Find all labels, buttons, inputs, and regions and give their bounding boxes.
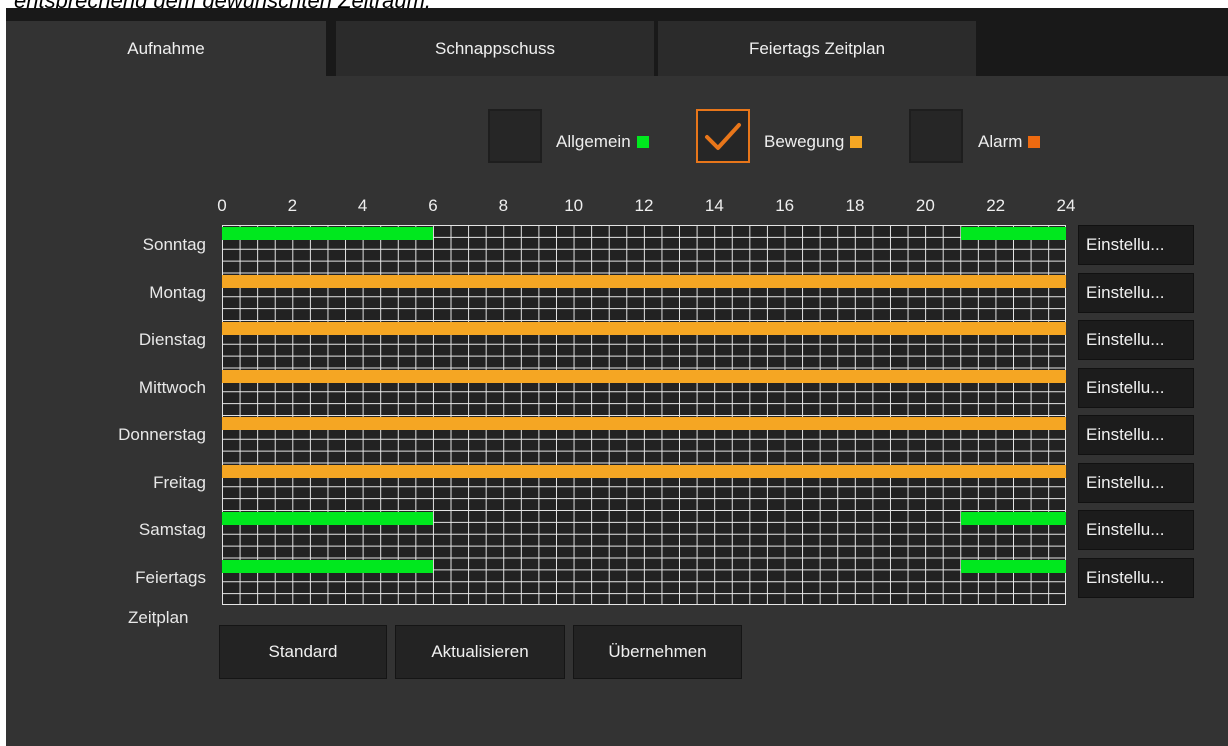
- hour-label: 14: [704, 196, 724, 215]
- tab-aufnahme[interactable]: Aufnahme: [6, 21, 326, 76]
- hour-axis: 0 2 4 6 8 10 12 14 16 18 20 22 24: [6, 196, 1228, 220]
- hour-label: 6: [428, 196, 438, 215]
- hour-label: 24: [1056, 196, 1076, 215]
- einstellungen-button-dienstag[interactable]: Einstellu...: [1078, 320, 1194, 360]
- hour-label: 12: [634, 196, 654, 215]
- einstellungen-button-freitag[interactable]: Einstellu...: [1078, 462, 1194, 503]
- day-label-dienstag: Dienstag: [138, 330, 206, 349]
- bewegung-checkbox[interactable]: [696, 109, 750, 163]
- schedule-grid[interactable]: [222, 225, 1066, 605]
- einstellungen-button-sonntag[interactable]: Einstellu...: [1078, 225, 1194, 265]
- hour-label: 18: [845, 196, 865, 215]
- bewegung-swatch: [850, 136, 863, 148]
- allgemein-label: Allgemein: [556, 132, 631, 151]
- alarm-legend: Alarm: [978, 132, 1041, 152]
- bewegung-label: Bewegung: [764, 132, 845, 151]
- hour-label: 16: [775, 196, 795, 215]
- alarm-checkbox[interactable]: [909, 109, 963, 163]
- alarm-swatch: [1028, 136, 1041, 148]
- schedule-bar-allgemein: [222, 559, 433, 573]
- schedule-bar-allgemein: [960, 559, 1066, 573]
- schedule-bar-bewegung: [222, 464, 1066, 478]
- schedule-bar-bewegung: [222, 369, 1066, 383]
- schedule-panel: Aufnahme Schnappschuss Feiertags Zeitpla…: [6, 8, 1228, 746]
- einstellungen-button-mittwoch[interactable]: Einstellu...: [1078, 367, 1194, 408]
- schedule-bar-bewegung: [222, 417, 1066, 430]
- zeitplan-label: Zeitplan: [128, 608, 189, 627]
- schedule-bar-allgemein: [960, 227, 1066, 240]
- tab-schnappschuss[interactable]: Schnappschuss: [336, 21, 654, 76]
- day-label-freitag: Freitag: [153, 472, 206, 492]
- tab-feiertags-zeitplan[interactable]: Feiertags Zeitplan: [658, 21, 976, 76]
- schedule-bar-bewegung: [222, 322, 1066, 335]
- einstellungen-button-donnerstag[interactable]: Einstellu...: [1078, 415, 1194, 455]
- day-label-mittwoch: Mittwoch: [138, 377, 206, 397]
- bewegung-legend: Bewegung: [764, 132, 863, 152]
- schedule-bar-allgemein: [960, 512, 1066, 525]
- allgemein-swatch: [636, 136, 649, 148]
- checkmark-icon: [705, 123, 741, 150]
- allgemein-legend: Allgemein: [556, 132, 649, 152]
- hour-label: 2: [287, 196, 298, 215]
- alarm-label: Alarm: [978, 132, 1023, 151]
- hour-label: 20: [915, 196, 935, 215]
- hour-label: 10: [564, 196, 584, 215]
- schedule-bar-allgemein: [222, 512, 433, 525]
- day-label-feiertags: Feiertags: [135, 567, 206, 587]
- hour-label: 8: [498, 196, 509, 215]
- einstellungen-button-samstag[interactable]: Einstellu...: [1078, 510, 1194, 550]
- schedule-bar-bewegung: [222, 274, 1066, 288]
- day-label-donnerstag: Donnerstag: [118, 425, 206, 444]
- einstellungen-button-feiertags[interactable]: Einstellu...: [1078, 557, 1194, 598]
- day-label-montag: Montag: [149, 282, 206, 302]
- schedule-bar-allgemein: [222, 227, 433, 240]
- hour-label: 4: [357, 196, 368, 215]
- hour-label: 0: [217, 196, 227, 215]
- tab-bar: Aufnahme Schnappschuss Feiertags Zeitpla…: [6, 8, 1228, 76]
- allgemein-checkbox[interactable]: [488, 109, 542, 163]
- hour-label: 22: [986, 196, 1006, 215]
- standard-button[interactable]: Standard: [219, 625, 387, 679]
- uebernehmen-button[interactable]: Übernehmen: [573, 625, 742, 679]
- day-label-sonntag: Sonntag: [142, 235, 206, 254]
- day-label-samstag: Samstag: [138, 520, 206, 539]
- aktualisieren-button[interactable]: Aktualisieren: [395, 625, 565, 679]
- einstellungen-button-montag[interactable]: Einstellu...: [1078, 272, 1194, 313]
